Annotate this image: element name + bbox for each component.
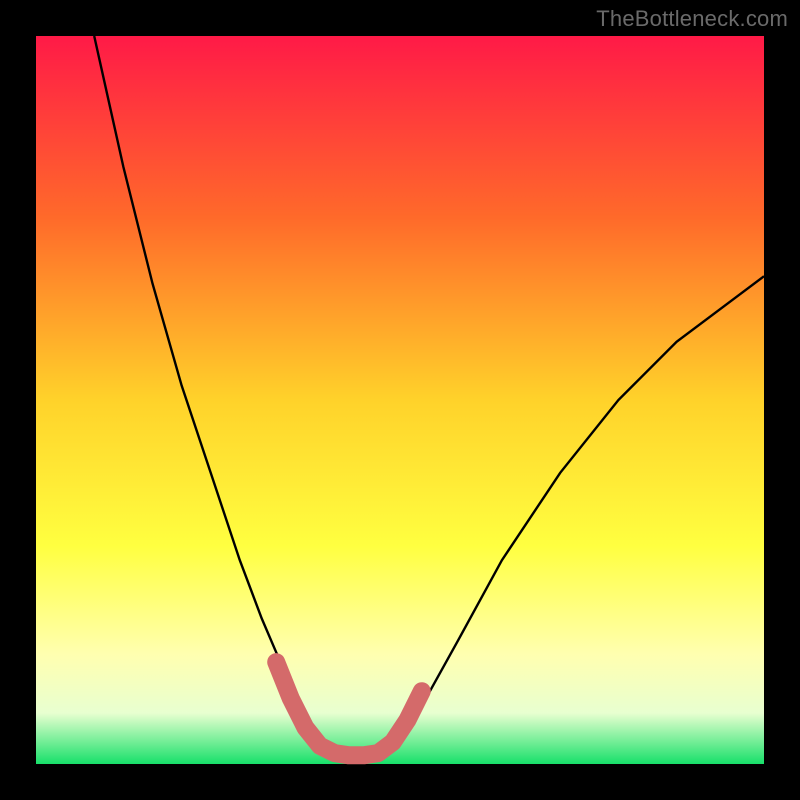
attribution-label: TheBottleneck.com bbox=[596, 6, 788, 32]
chart-canvas: TheBottleneck.com bbox=[0, 0, 800, 800]
plot-area bbox=[36, 36, 764, 764]
chart-svg bbox=[0, 0, 800, 800]
